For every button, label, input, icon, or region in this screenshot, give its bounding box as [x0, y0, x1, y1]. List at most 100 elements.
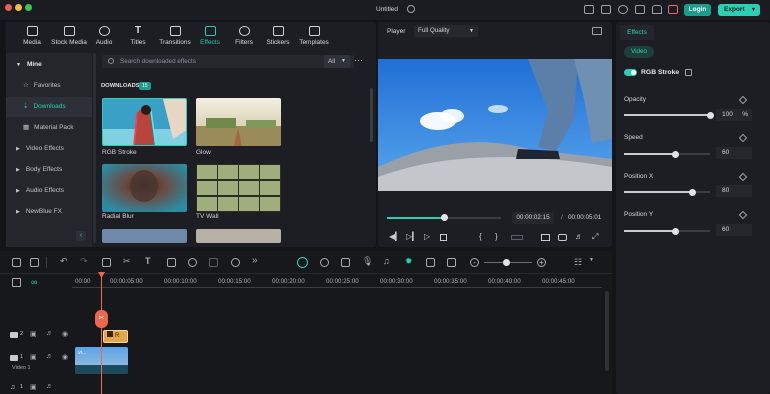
sidebar-item-body-effects[interactable]: ▶ Body Effects [6, 160, 92, 180]
add-track-icon[interactable] [12, 278, 21, 287]
keyframe-diamond-icon[interactable] [738, 210, 748, 220]
snapshot-icon[interactable] [592, 27, 602, 35]
effect-thumbnail-tv-wall[interactable] [196, 164, 281, 212]
shield-icon[interactable] [341, 258, 350, 267]
zoom-in-icon[interactable]: + [537, 258, 546, 267]
tab-filters[interactable]: Filters [228, 26, 260, 46]
zoom-slider-knob[interactable] [503, 259, 510, 266]
camera-icon[interactable] [558, 234, 567, 241]
layout-grid-icon[interactable] [12, 258, 21, 267]
effect-thumbnail-rgb-stroke[interactable] [102, 98, 187, 146]
close-window-button[interactable] [5, 4, 12, 11]
slider-knob[interactable] [672, 150, 680, 158]
sidebar-item-newblue-fx[interactable]: ▶ NewBlue FX [6, 202, 92, 222]
zoom-out-icon[interactable]: - [470, 258, 479, 267]
speaker-icon[interactable]: ♬ [46, 330, 53, 337]
sidebar-scrollbar[interactable] [93, 53, 96, 243]
tab-stock-media[interactable]: Stock Media [50, 26, 88, 46]
effects-scrollbar[interactable] [370, 88, 373, 142]
tab-effects-properties[interactable]: Effects [620, 25, 654, 40]
messages-icon[interactable] [635, 5, 645, 14]
quality-select[interactable]: Full Quality ▼ [414, 25, 478, 37]
select-arrow-icon[interactable] [30, 258, 39, 267]
sidebar-item-video-effects[interactable]: ▶ Video Effects [6, 139, 92, 159]
position-x-value-field[interactable]: 80 [716, 185, 752, 197]
cart-icon[interactable] [668, 5, 678, 14]
keyframe-diamond-icon[interactable] [738, 95, 748, 105]
picture-in-picture-icon[interactable] [426, 258, 435, 267]
mask-icon[interactable] [209, 258, 218, 267]
delete-icon[interactable] [102, 258, 111, 267]
playback-scrubber[interactable] [440, 214, 448, 221]
gift-icon[interactable] [652, 5, 662, 14]
color-icon[interactable] [188, 258, 197, 267]
eye-icon[interactable]: ◉ [62, 353, 68, 361]
lock-icon[interactable]: ▣ [30, 353, 37, 361]
ai-tools-icon[interactable] [297, 257, 308, 268]
step-forward-icon[interactable]: ▷▎ [406, 232, 418, 241]
scissors-icon[interactable]: ✂ [123, 256, 131, 267]
position-x-slider[interactable] [624, 188, 710, 196]
crop-icon[interactable] [167, 258, 176, 267]
position-y-slider[interactable] [624, 227, 710, 235]
split-marker-icon[interactable]: ✂ [95, 310, 108, 328]
mark-in-icon[interactable]: { [479, 232, 482, 241]
minimize-window-button[interactable] [15, 4, 22, 11]
microphone-icon[interactable]: 🎙 [362, 256, 373, 267]
sidebar-item-audio-effects[interactable]: ▶ Audio Effects [6, 181, 92, 201]
speaker-icon[interactable]: ♬ [46, 383, 53, 390]
chevron-down-icon[interactable]: ▾ [752, 4, 755, 16]
effect-thumbnail-glow[interactable] [196, 98, 281, 146]
tab-audio[interactable]: Audio [88, 26, 120, 46]
lock-icon[interactable]: ▣ [30, 383, 37, 391]
layout-icon[interactable] [601, 5, 611, 14]
tab-stickers[interactable]: Stickers [261, 26, 295, 46]
track-layout-icon[interactable]: ☷ [574, 257, 582, 268]
tab-media[interactable]: Media [14, 26, 50, 46]
tab-titles[interactable]: T Titles [122, 26, 154, 47]
undo-icon[interactable]: ↶ [60, 256, 68, 267]
audio-mix-icon[interactable]: ♫ [383, 256, 390, 266]
speed-value-field[interactable]: 60 [716, 147, 752, 159]
eye-icon[interactable]: ◉ [62, 330, 68, 338]
chevron-down-icon[interactable]: ▼ [589, 257, 594, 263]
slider-knob[interactable] [672, 227, 680, 235]
account-icon[interactable] [618, 5, 628, 14]
opacity-slider[interactable] [624, 111, 714, 119]
sidebar-item-mine[interactable]: ▼ Mine [6, 55, 92, 75]
mark-out-icon[interactable]: } [495, 232, 498, 241]
display-icon[interactable] [541, 234, 550, 241]
effect-clip[interactable]: R [103, 330, 128, 343]
login-button[interactable]: Login [684, 4, 711, 16]
previous-frame-icon[interactable]: ◀▎ [389, 232, 401, 241]
lock-icon[interactable]: ▣ [30, 330, 37, 338]
effect-thumbnail[interactable] [196, 229, 281, 243]
sidebar-item-favorites[interactable]: ☆ Favorites [6, 76, 92, 96]
snap-grid-icon[interactable]: ✹ [405, 256, 413, 267]
export-button[interactable]: Export ▾ [718, 4, 760, 16]
effect-settings-icon[interactable] [685, 69, 692, 76]
sidebar-item-downloads[interactable]: ⇣ Downloads [6, 97, 92, 117]
project-info-icon[interactable] [407, 5, 415, 13]
stop-icon[interactable] [440, 234, 447, 241]
save-icon[interactable] [584, 5, 594, 14]
more-tools-icon[interactable]: » [252, 255, 258, 266]
speaker-icon[interactable]: ♬ [46, 353, 53, 360]
effect-thumbnail-radial-blur[interactable] [102, 164, 187, 212]
redo-icon[interactable]: ↷ [80, 256, 88, 267]
speed-timer-icon[interactable] [231, 258, 240, 267]
keyframe-diamond-icon[interactable] [738, 133, 748, 143]
tab-templates[interactable]: Templates [295, 26, 333, 46]
slider-knob[interactable] [706, 111, 714, 119]
tab-transitions[interactable]: Transitions [156, 26, 194, 46]
subtitle-icon[interactable] [447, 258, 456, 267]
position-y-value-field[interactable]: 60 [716, 224, 752, 236]
effect-thumbnail[interactable] [102, 229, 187, 243]
text-tool-icon[interactable]: T [145, 256, 151, 266]
effect-enable-toggle[interactable] [624, 69, 637, 76]
play-icon[interactable]: ▷ [424, 232, 430, 241]
timeline-scrollbar[interactable] [605, 291, 609, 371]
opacity-value-field[interactable]: 100% [716, 109, 752, 121]
search-input[interactable]: Search downloaded effects [102, 55, 354, 68]
fullscreen-icon[interactable]: ⤢ [592, 232, 598, 242]
